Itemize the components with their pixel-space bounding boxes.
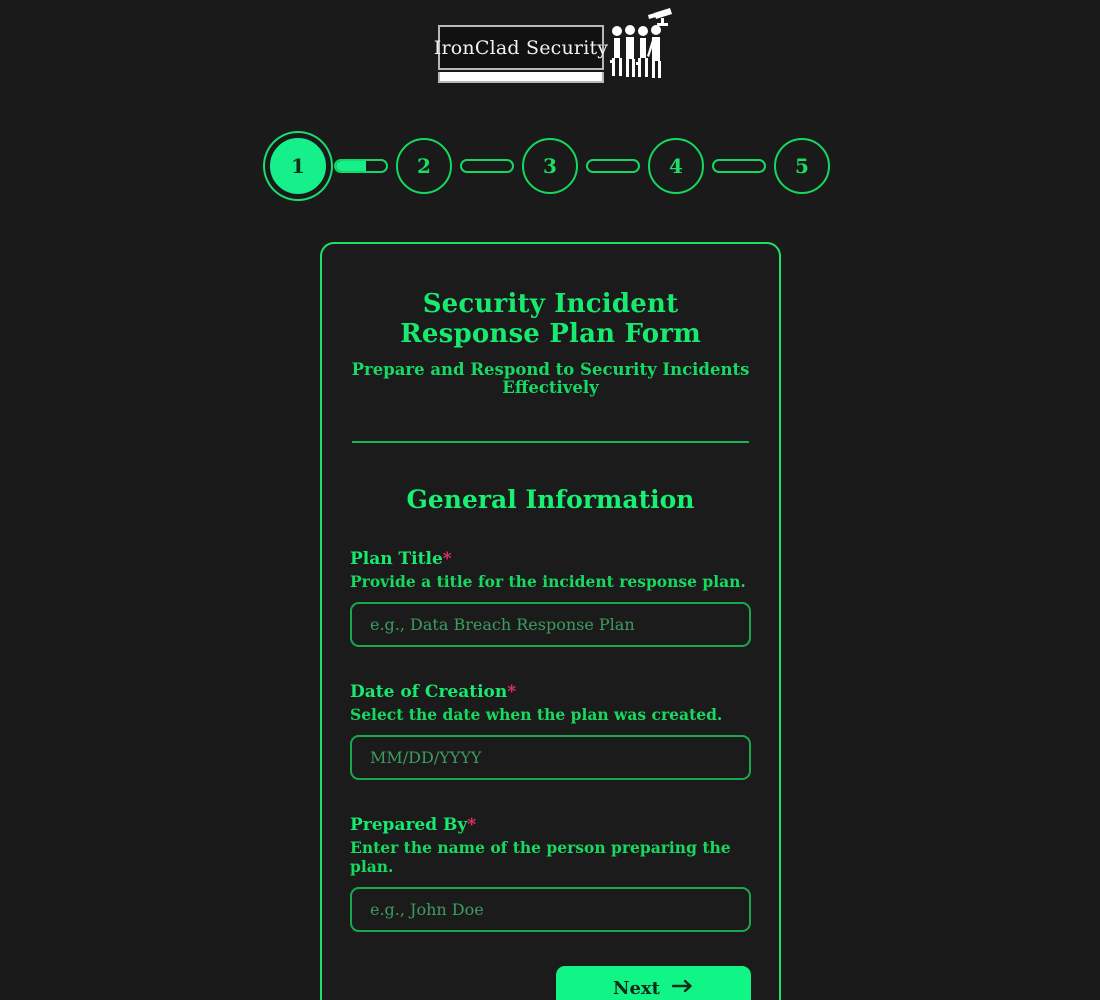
step-connector-3 [586, 159, 640, 173]
field-date-of-creation-label-text: Date of Creation [350, 681, 508, 702]
step-connector-2 [460, 159, 514, 173]
field-plan-title-label-text: Plan Title [350, 548, 443, 569]
step-indicator-3[interactable]: 3 [522, 138, 578, 194]
logo-box: IronClad Security [434, 25, 608, 70]
step-indicator-4[interactable]: 4 [648, 138, 704, 194]
date-of-creation-input[interactable] [350, 734, 751, 780]
field-plan-title-label: Plan Title* [350, 549, 751, 569]
field-date-of-creation: Date of Creation* Select the date when t… [350, 682, 751, 780]
field-date-of-creation-label: Date of Creation* [350, 682, 751, 702]
step-connector-1-fill [336, 161, 366, 171]
field-plan-title: Plan Title* Provide a title for the inci… [350, 549, 751, 647]
logo-underbar [438, 72, 604, 83]
section-divider [352, 440, 749, 443]
field-prepared-by-description: Enter the name of the person preparing t… [350, 837, 731, 876]
security-camera-icon [648, 8, 674, 34]
step-connector-4 [712, 159, 766, 173]
prepared-by-input[interactable] [350, 886, 751, 932]
step-slot-5: 5 [774, 138, 830, 194]
brand-name: IronClad Security [433, 36, 609, 59]
progress-stepper: 1 2 3 4 5 [0, 138, 1100, 194]
required-asterisk: * [467, 814, 477, 835]
form-actions: Next [350, 965, 751, 1000]
brand-logo: IronClad Security [0, 8, 1100, 83]
step-connector-1 [334, 159, 388, 173]
field-date-of-creation-description: Select the date when the plan was create… [350, 704, 723, 724]
form-card: Security Incident Response Plan Form Pre… [320, 242, 781, 1000]
field-prepared-by: Prepared By* Enter the name of the perso… [350, 815, 751, 932]
step-number-4: 4 [669, 154, 683, 178]
step-number-2: 2 [417, 154, 431, 178]
next-button[interactable]: Next [556, 965, 751, 1000]
field-prepared-by-label-text: Prepared By [350, 814, 468, 835]
required-asterisk: * [507, 681, 517, 702]
step-indicator-2[interactable]: 2 [396, 138, 452, 194]
form-title: Security Incident Response Plan Form [400, 289, 701, 349]
step-number-1: 1 [291, 154, 305, 178]
section-heading: General Information [406, 484, 695, 514]
required-asterisk: * [442, 548, 452, 569]
step-indicator-5[interactable]: 5 [774, 138, 830, 194]
logo-plate: IronClad Security [434, 25, 608, 83]
next-button-label: Next [613, 977, 660, 999]
step-slot-2: 2 [396, 138, 522, 194]
step-slot-1: 1 [270, 138, 396, 194]
step-number-5: 5 [795, 154, 809, 178]
step-slot-3: 3 [522, 138, 648, 194]
plan-title-input[interactable] [350, 601, 751, 647]
field-prepared-by-label: Prepared By* [350, 815, 751, 835]
field-plan-title-description: Provide a title for the incident respons… [350, 571, 746, 591]
step-indicator-1[interactable]: 1 [270, 138, 326, 194]
arrow-right-icon [671, 978, 694, 999]
page-root: IronClad Security 1 2 3 4 5 Security Inc… [0, 0, 1100, 1000]
step-number-3: 3 [543, 154, 557, 178]
step-slot-4: 4 [648, 138, 774, 194]
form-subtitle: Prepare and Respond to Security Incident… [351, 360, 750, 398]
